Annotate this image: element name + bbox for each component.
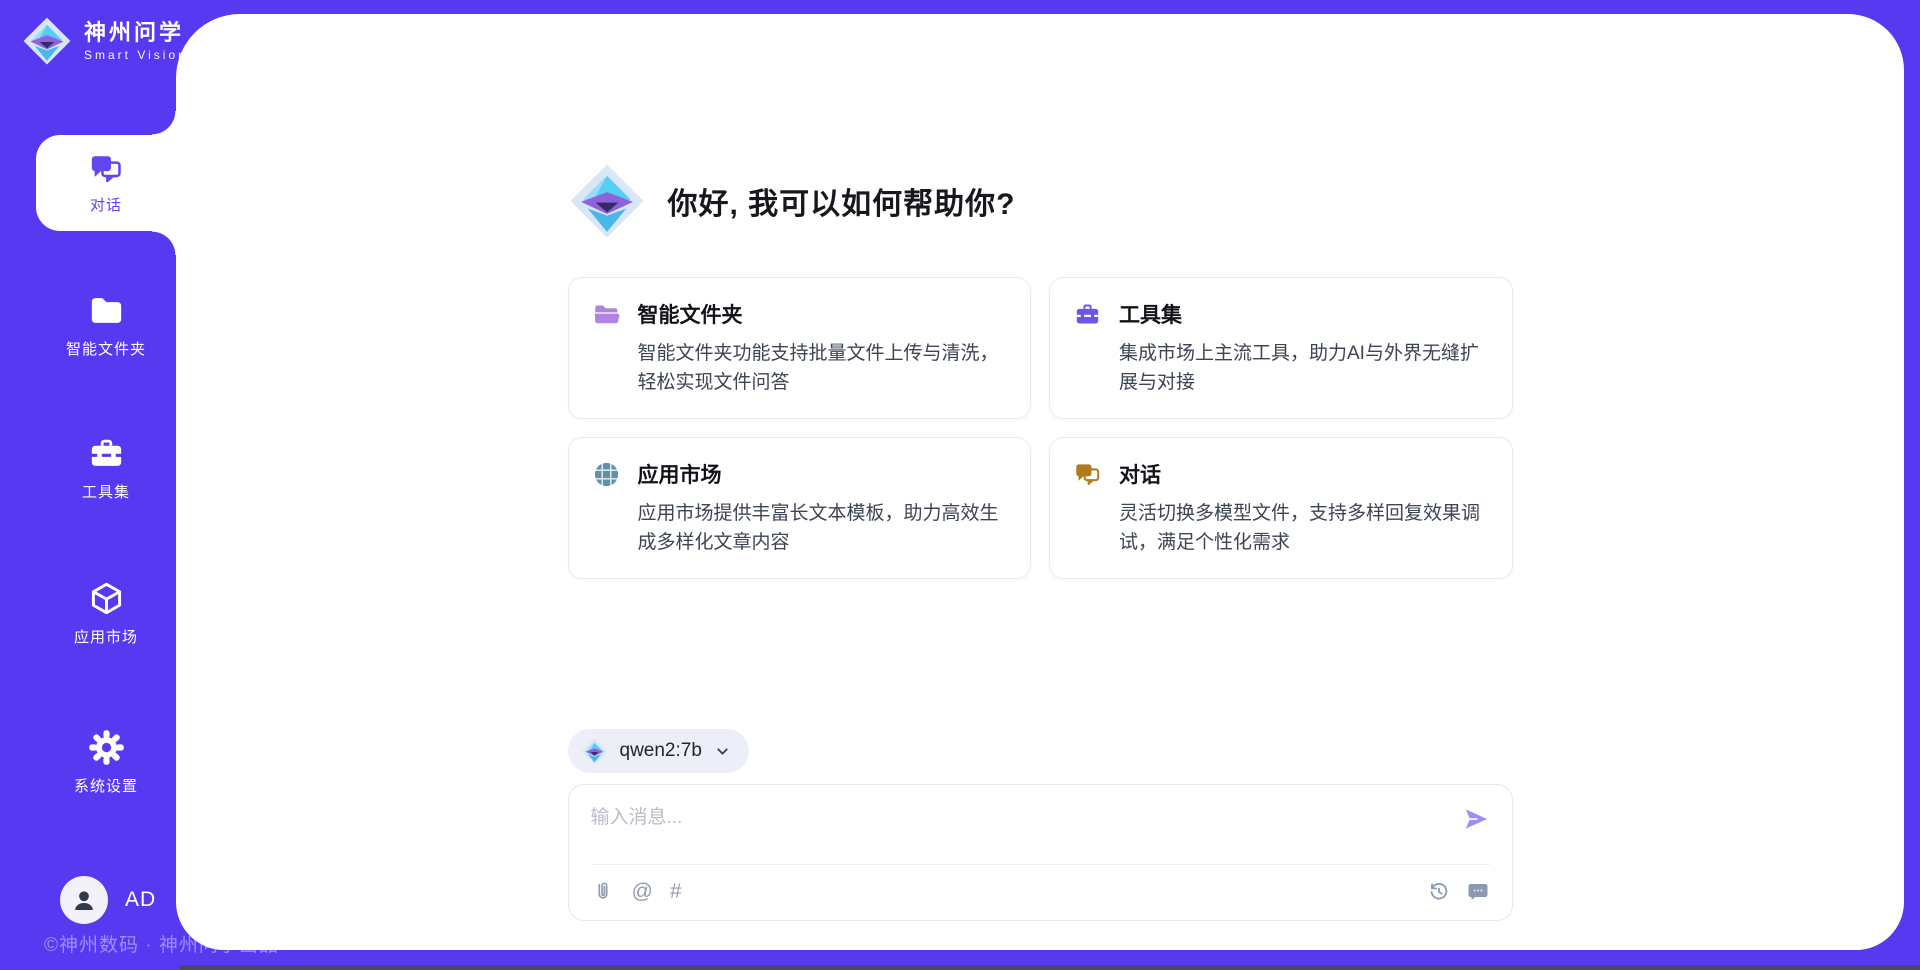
- user-account[interactable]: AD: [60, 876, 156, 924]
- open-folder-icon: [593, 301, 620, 328]
- model-selector[interactable]: qwen2:7b: [568, 729, 749, 773]
- card-title: 对话: [1119, 459, 1161, 489]
- sidebar-item-label: 工具集: [82, 481, 130, 502]
- feature-cards: 智能文件夹 智能文件夹功能支持批量文件上传与清洗，轻松实现文件问答 工具集 集成…: [568, 277, 1513, 579]
- sidebar-item-label: 系统设置: [74, 775, 138, 796]
- greeting-text: 你好, 我可以如何帮助你?: [668, 179, 1016, 223]
- card-toolset[interactable]: 工具集 集成市场上主流工具，助力AI与外界无缝扩展与对接: [1049, 277, 1513, 419]
- pixel-globe-icon: [593, 461, 620, 488]
- user-name: AD: [125, 888, 156, 912]
- folder-icon: [88, 292, 125, 329]
- paperclip-icon[interactable]: [591, 880, 615, 904]
- brand-subtitle: Smart Vision: [84, 48, 188, 62]
- hash-icon[interactable]: #: [670, 880, 682, 904]
- bottom-edge-strip: [180, 965, 1920, 970]
- card-description: 应用市场提供丰富长文本模板，助力高效生成多样化文章内容: [638, 499, 1007, 557]
- brand-logo: 神州问学 Smart Vision: [22, 16, 188, 66]
- main-panel: 你好, 我可以如何帮助你? 智能文件夹 智能文件夹功能支持批量文件上传与清洗，轻…: [176, 14, 1904, 950]
- card-app-market[interactable]: 应用市场 应用市场提供丰富长文本模板，助力高效生成多样化文章内容: [568, 437, 1032, 579]
- sidebar-item-label: 应用市场: [74, 626, 138, 647]
- toolbox-icon: [1074, 301, 1101, 328]
- card-title: 应用市场: [638, 459, 722, 489]
- chat-icon: [1074, 461, 1101, 488]
- card-chat[interactable]: 对话 灵活切换多模型文件，支持多样回复效果调试，满足个性化需求: [1049, 437, 1513, 579]
- card-smart-folder[interactable]: 智能文件夹 智能文件夹功能支持批量文件上传与清洗，轻松实现文件问答: [568, 277, 1032, 419]
- card-description: 智能文件夹功能支持批量文件上传与清洗，轻松实现文件问答: [638, 339, 1007, 397]
- avatar: [60, 876, 108, 924]
- send-button[interactable]: [1462, 805, 1490, 833]
- send-icon: [1462, 805, 1490, 833]
- diamond-logo-icon: [22, 16, 72, 66]
- card-title: 智能文件夹: [638, 299, 743, 329]
- model-name: qwen2:7b: [620, 740, 702, 762]
- diamond-logo-icon: [568, 162, 646, 240]
- sidebar-item-smart-folder[interactable]: 智能文件夹: [36, 285, 176, 365]
- sidebar-item-label: 智能文件夹: [66, 338, 146, 359]
- sidebar-item-app-market[interactable]: 应用市场: [36, 573, 176, 653]
- chevron-down-icon: [714, 743, 731, 760]
- chat-square-icon[interactable]: [1466, 880, 1490, 904]
- diamond-logo-icon: [581, 738, 608, 765]
- history-icon[interactable]: [1427, 880, 1451, 904]
- at-icon[interactable]: @: [632, 880, 653, 904]
- brand-name: 神州问学: [84, 21, 188, 45]
- sidebar-item-toolset[interactable]: 工具集: [36, 428, 176, 508]
- message-input[interactable]: [591, 799, 1462, 829]
- gear-icon: [88, 729, 125, 766]
- card-description: 灵活切换多模型文件，支持多样回复效果调试，满足个性化需求: [1119, 499, 1488, 557]
- composer: qwen2:7b @ #: [568, 729, 1513, 921]
- cube-icon: [88, 580, 125, 617]
- brand-text: 神州问学 Smart Vision: [84, 21, 188, 62]
- toolbox-icon: [88, 435, 125, 472]
- card-description: 集成市场上主流工具，助力AI与外界无缝扩展与对接: [1119, 339, 1488, 397]
- card-title: 工具集: [1119, 299, 1182, 329]
- greeting-block: 你好, 我可以如何帮助你?: [568, 162, 1513, 240]
- sidebar-item-label: 对话: [90, 194, 122, 215]
- sidebar-item-chat[interactable]: 对话: [36, 135, 176, 231]
- message-input-card: @ #: [568, 784, 1513, 921]
- sidebar-item-settings[interactable]: 系统设置: [36, 722, 176, 802]
- chat-icon: [89, 152, 123, 186]
- person-icon: [69, 885, 99, 915]
